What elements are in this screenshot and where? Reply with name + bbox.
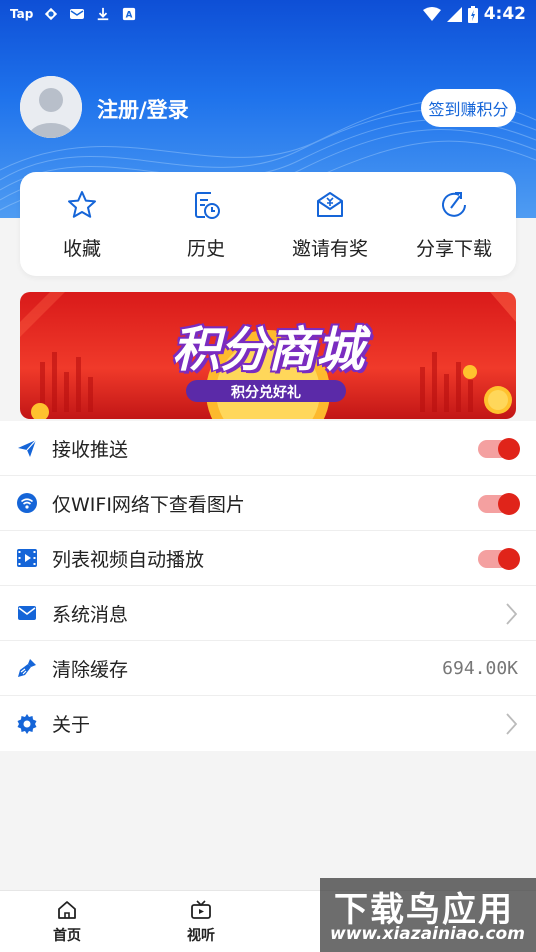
history-icon — [195, 192, 220, 219]
battery-icon — [467, 5, 478, 23]
user-icon — [20, 76, 82, 138]
setting-row-autoplay[interactable]: 列表视频自动播放 — [0, 531, 536, 586]
invite-icon — [317, 192, 343, 217]
banner-subtitle: 积分兑好礼 — [231, 385, 301, 401]
banner-title: 积分商城 — [171, 322, 364, 378]
nav-tab-home[interactable]: 首页 — [0, 891, 134, 952]
share-icon — [442, 192, 466, 217]
quick-action-label: 分享下载 — [415, 238, 492, 260]
wifi-images-toggle[interactable] — [478, 492, 520, 515]
setting-row-messages[interactable]: 系统消息 — [0, 586, 536, 641]
message-icon — [18, 606, 36, 620]
setting-label: 清除缓存 — [52, 658, 129, 681]
quick-action-share[interactable]: 分享下载 — [392, 172, 516, 276]
status-bar: Tap A 4:42 — [0, 0, 536, 28]
chevron-right-icon — [506, 712, 518, 735]
signin-earn-points-button[interactable]: 签到赚积分 — [421, 89, 516, 127]
setting-label: 系统消息 — [52, 603, 129, 626]
setting-row-push[interactable]: 接收推送 — [0, 421, 536, 476]
setting-label: 接收推送 — [52, 438, 129, 461]
nav-tab-label: 首页 — [53, 927, 81, 944]
autoplay-toggle[interactable] — [478, 547, 520, 570]
setting-row-wifi-images[interactable]: 仅WIFI网络下查看图片 — [0, 476, 536, 531]
nav-tab-label: 视听 — [187, 927, 215, 944]
tap-icon: Tap — [10, 7, 34, 21]
watermark-url: www.xiazainiao.com — [330, 924, 525, 944]
wifi-circle-icon — [17, 493, 37, 513]
quick-action-history[interactable]: 历史 — [144, 172, 268, 276]
setting-label: 列表视频自动播放 — [52, 548, 205, 571]
svg-text:A: A — [126, 11, 133, 21]
quick-action-label: 邀请有奖 — [291, 238, 368, 260]
quick-action-label: 收藏 — [62, 238, 101, 260]
avatar[interactable] — [20, 76, 82, 138]
tv-icon — [191, 899, 211, 919]
mail-icon — [70, 9, 85, 19]
setting-row-about[interactable]: 关于 — [0, 696, 536, 751]
signal-icon — [446, 6, 462, 22]
a-icon: A — [123, 7, 136, 21]
download-icon — [98, 7, 109, 21]
quick-action-label: 历史 — [186, 238, 225, 260]
setting-row-clear-cache[interactable]: 清除缓存 694.00K — [0, 641, 536, 696]
login-register-link[interactable]: 注册/登录 — [97, 94, 189, 124]
settings-list: 接收推送 仅WIFI网络下查看图片 列表视频自动播放 系统消息 清除缓存 694… — [0, 421, 536, 751]
sync-icon — [45, 7, 58, 21]
points-mall-banner[interactable]: 积分商城 积分兑好礼 — [20, 292, 516, 419]
star-icon — [68, 191, 96, 218]
cache-size-value: 694.00K — [442, 658, 518, 679]
gear-icon — [17, 713, 37, 734]
quick-action-favorites[interactable]: 收藏 — [20, 172, 144, 276]
wifi-icon — [422, 7, 441, 21]
quick-action-invite[interactable]: 邀请有奖 — [268, 172, 392, 276]
setting-label: 仅WIFI网络下查看图片 — [52, 493, 245, 516]
broom-icon — [18, 659, 36, 677]
setting-label: 关于 — [52, 714, 91, 736]
chevron-right-icon — [506, 602, 518, 625]
site-watermark: 下载鸟应用 www.xiazainiao.com — [320, 878, 536, 952]
home-icon — [58, 900, 76, 919]
send-icon — [18, 439, 37, 457]
nav-tab-media[interactable]: 视听 — [134, 891, 268, 952]
video-icon — [17, 549, 37, 567]
quick-actions-card: 收藏 历史 邀请有奖 分享下载 — [20, 172, 516, 276]
push-toggle[interactable] — [478, 437, 520, 460]
clock: 4:42 — [483, 4, 526, 24]
